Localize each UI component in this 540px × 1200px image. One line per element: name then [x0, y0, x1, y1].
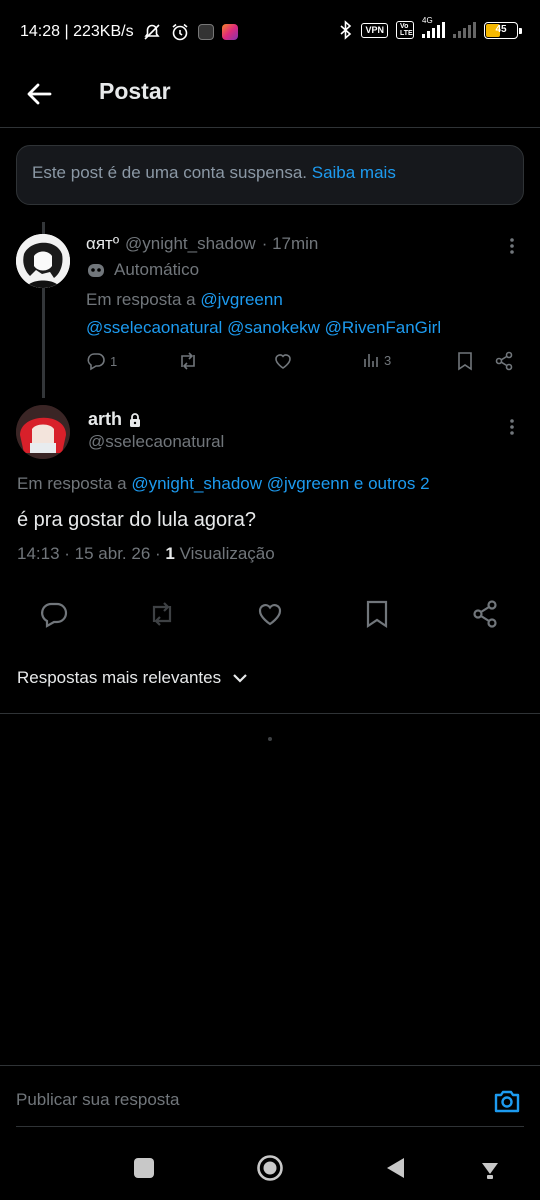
- mute-notifications-icon: [143, 24, 160, 40]
- top-header: Postar: [0, 64, 540, 128]
- post-text: é pra gostar do lula agora?: [17, 509, 257, 531]
- mention-link[interactable]: @sanokekw: [227, 318, 320, 337]
- share-icon[interactable]: [494, 351, 514, 371]
- main-post-actions: [0, 596, 540, 636]
- display-name[interactable]: arth: [88, 409, 122, 430]
- views-icon: [364, 354, 378, 367]
- chevron-down-icon: [233, 674, 247, 683]
- reply-input[interactable]: Publicar sua resposta: [16, 1090, 179, 1110]
- signal-secondary-icon: [453, 22, 476, 38]
- reply-action[interactable]: 1: [86, 351, 117, 371]
- recents-button[interactable]: [134, 1158, 154, 1178]
- vpn-badge: VPN: [361, 22, 388, 38]
- mention-link[interactable]: @jvgreenn: [200, 290, 282, 309]
- sort-label: Respostas mais relevantes: [17, 668, 222, 687]
- status-time-speed: 14:28 | 223KB/s: [20, 23, 134, 40]
- handle[interactable]: @sselecaonatural: [88, 432, 224, 452]
- instagram-icon: [221, 24, 238, 40]
- lock-icon: [130, 412, 141, 427]
- reply-icon: [87, 353, 105, 371]
- learn-more-link[interactable]: Saiba mais: [312, 163, 396, 182]
- battery-icon: 45: [484, 21, 522, 39]
- app-notification-icon: [197, 24, 214, 40]
- reply-icon[interactable]: [40, 600, 68, 628]
- repost-icon[interactable]: [147, 600, 177, 628]
- like-icon[interactable]: [273, 352, 293, 370]
- views-action[interactable]: 3: [362, 351, 391, 369]
- share-icon[interactable]: [471, 599, 499, 629]
- divider: [0, 713, 540, 714]
- reply-composer: Publicar sua resposta: [0, 1065, 540, 1127]
- repost-icon[interactable]: [177, 351, 199, 371]
- like-icon[interactable]: [256, 601, 284, 627]
- status-bar: 14:28 | 223KB/s VPN Vo LTE 4G 45: [0, 0, 540, 64]
- bookmark-icon[interactable]: [456, 351, 474, 371]
- reply-context: Em resposta a @jvgreenn @sselecaonatural…: [86, 290, 442, 337]
- avatar[interactable]: [16, 405, 70, 459]
- robot-icon: [88, 264, 104, 277]
- automated-label: Automático: [86, 260, 199, 280]
- more-options-icon[interactable]: [504, 236, 520, 256]
- avatar-image: [16, 234, 70, 288]
- avatar[interactable]: [16, 234, 70, 288]
- mention-link[interactable]: @RivenFanGirl: [325, 318, 441, 337]
- reply-context: Em resposta a @ynight_shadow @jvgreenn e…: [17, 474, 430, 493]
- system-navigation-bar: [0, 1130, 540, 1200]
- more-options-icon[interactable]: [504, 417, 520, 437]
- views-count[interactable]: 1: [165, 544, 174, 563]
- views-label[interactable]: Visualização: [175, 544, 275, 563]
- parent-post-header: αятº @ynight_shadow · 17min: [86, 234, 318, 254]
- notice-text: Este post é de uma conta suspensa.: [32, 163, 312, 182]
- bluetooth-icon: [340, 20, 352, 40]
- loading-indicator: [268, 737, 272, 741]
- back-arrow-icon[interactable]: [22, 76, 58, 112]
- back-button[interactable]: [384, 1156, 406, 1180]
- display-name[interactable]: αятº: [86, 234, 119, 254]
- signal-strength-icon: 4G: [422, 16, 445, 38]
- assistant-button[interactable]: [478, 1157, 502, 1181]
- replies-sort-dropdown[interactable]: Respostas mais relevantes: [17, 668, 249, 688]
- parent-post-actions: 1 3: [86, 351, 516, 377]
- suspended-account-notice: Este post é de uma conta suspensa. Saiba…: [16, 145, 524, 205]
- post-meta: 14:13 · 15 abr. 26 · 1 Visualização: [17, 544, 275, 564]
- mention-link[interactable]: @sselecaonatural: [86, 318, 222, 337]
- main-post-header: arth: [88, 409, 142, 430]
- camera-icon[interactable]: [493, 1088, 521, 1114]
- reply-underline: [16, 1126, 524, 1127]
- alarm-icon: [172, 23, 188, 41]
- post-timestamp: 14:13 · 15 abr. 26 ·: [17, 544, 166, 563]
- post-time: · 17min: [261, 234, 319, 253]
- volte-badge: Vo LTE: [396, 21, 414, 39]
- handle[interactable]: @ynight_shadow: [125, 234, 256, 254]
- page-title: Postar: [99, 78, 171, 104]
- avatar-image: [16, 405, 70, 459]
- home-button[interactable]: [256, 1154, 284, 1182]
- bookmark-icon[interactable]: [365, 599, 389, 629]
- mention-link[interactable]: @ynight_shadow @jvgreenn e outros 2: [131, 474, 429, 493]
